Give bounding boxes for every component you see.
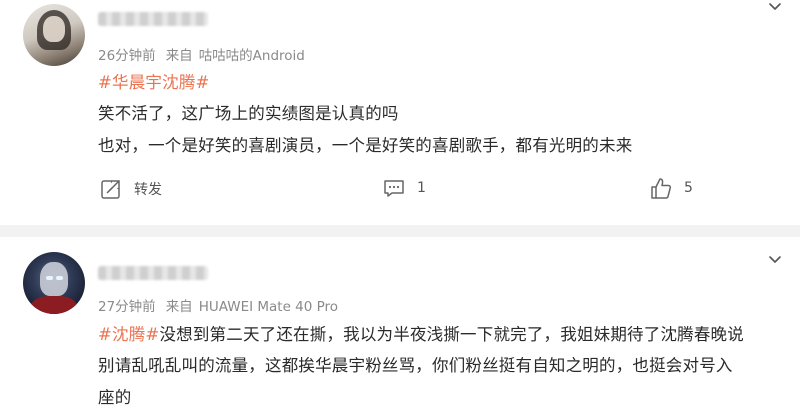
repost-label: 转发 — [134, 182, 162, 198]
avatar[interactable] — [23, 252, 85, 314]
comment-card: 27分钟前 来自 HUAWEI Mate 40 Pro #沈腾#没想到第二天了还在撕… — [0, 237, 800, 410]
post-text-line: 笑不活了，这广场上的实绩图是认真的吗 — [98, 104, 399, 123]
post-text-line: #华晨宇沈腾# — [98, 69, 210, 93]
avatar[interactable] — [23, 4, 85, 66]
comment-card: 26分钟前 来自 咕咕咕的Android #华晨宇沈腾# 笑不活了，这广场上的实绩图… — [0, 0, 800, 225]
topic-link[interactable]: #沈腾# — [98, 325, 159, 344]
post-text-line: #沈腾#没想到第二天了还在撕，我以为半夜浅撕一下就完了，我姐妹期待了沈腾春晚说 — [98, 325, 744, 344]
like-icon — [651, 178, 672, 199]
chevron-down-icon[interactable] — [768, 253, 782, 267]
post-text-line: 也对，一个是好笑的喜剧演员，一个是好笑的喜剧歌手，都有光明的未来 — [98, 136, 633, 155]
source-prefix: 来自 — [165, 299, 193, 315]
username-blurred[interactable] — [98, 12, 208, 26]
post-text-line: 座的 — [98, 388, 132, 407]
topic-link[interactable]: #华晨宇沈腾# — [98, 73, 210, 92]
post-time: 27分钟前 — [98, 299, 156, 315]
divider — [0, 225, 800, 237]
like-count: 5 — [684, 180, 693, 196]
username-blurred[interactable] — [98, 266, 208, 280]
source-prefix: 来自 — [165, 48, 193, 64]
repost-button[interactable]: 转发 — [100, 178, 162, 200]
post-meta: 27分钟前 来自 HUAWEI Mate 40 Pro — [98, 295, 338, 315]
like-button[interactable]: 5 — [650, 176, 693, 200]
post-meta: 26分钟前 来自 咕咕咕的Android — [98, 44, 305, 64]
post-text-line: 别请乱吼乱叫的流量，这都挨华晨宇粉丝骂，你们粉丝挺有自知之明的，也挺会对号入 — [98, 356, 733, 375]
comment-icon — [384, 180, 404, 197]
comment-button[interactable]: 1 — [383, 178, 426, 198]
repost-icon — [101, 179, 121, 199]
comment-count: 1 — [417, 180, 426, 196]
post-time: 26分钟前 — [98, 48, 156, 64]
source-device: 咕咕咕的Android — [198, 48, 305, 64]
source-device: HUAWEI Mate 40 Pro — [198, 299, 339, 315]
chevron-down-icon[interactable] — [768, 0, 782, 14]
action-bar: 转发 1 5 — [0, 176, 800, 204]
